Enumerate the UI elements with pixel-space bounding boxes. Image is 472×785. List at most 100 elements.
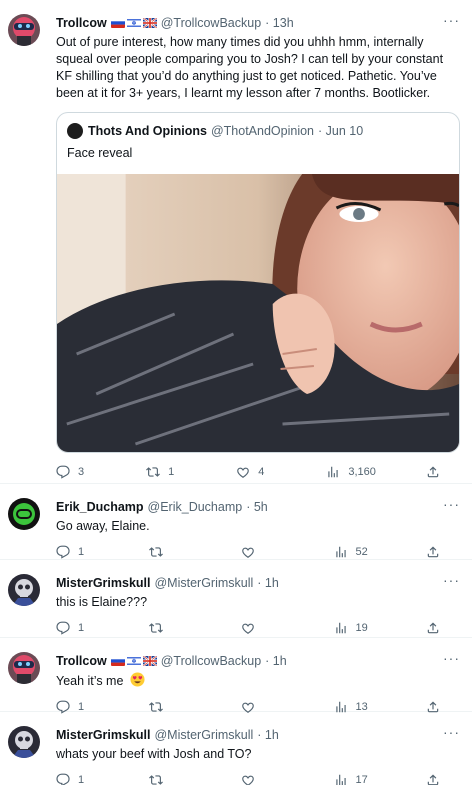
name-flags (110, 656, 157, 666)
tweet-text: Go away, Elaine. (56, 519, 150, 533)
display-name[interactable]: MisterGrimskull (56, 576, 150, 590)
retweet-count: 1 (168, 466, 175, 478)
like-button[interactable] (241, 621, 281, 635)
more-options-icon[interactable]: ··· (443, 573, 460, 587)
reply-count: 1 (78, 774, 85, 785)
views-icon (334, 773, 348, 785)
tweet[interactable]: MisterGrimskull @MisterGrimskull · 1h ··… (0, 712, 472, 785)
quote-avatar (67, 123, 83, 139)
avatar[interactable] (8, 498, 40, 530)
avatar[interactable] (8, 652, 40, 684)
reply-button[interactable]: 3 (56, 465, 96, 479)
view-count: 19 (355, 622, 368, 634)
timestamp[interactable]: · 1h (257, 728, 279, 742)
name-flags (110, 18, 157, 28)
uk-flag-icon (142, 18, 157, 28)
heart-icon (236, 465, 250, 479)
views-button[interactable]: 19 (334, 621, 374, 635)
display-name[interactable]: MisterGrimskull (56, 728, 150, 742)
russia-flag-icon (110, 18, 125, 28)
share-button[interactable] (426, 545, 440, 559)
user-handle[interactable]: @TrollcowBackup (161, 654, 261, 668)
reply-icon (56, 773, 70, 785)
reply-button[interactable]: 1 (56, 621, 96, 635)
reply-count: 1 (78, 622, 85, 634)
tweet-header: Erik_Duchamp @Erik_Duchamp · 5h (56, 498, 460, 516)
timestamp[interactable]: · 13h (265, 16, 294, 30)
reply-count: 3 (78, 466, 85, 478)
uk-flag-icon (142, 656, 157, 666)
quote-header: Thots And Opinions @ThotAndOpinion · Jun… (57, 113, 459, 139)
retweet-button[interactable] (149, 621, 189, 635)
more-options-icon[interactable]: ··· (443, 725, 460, 739)
quote-handle: @ThotAndOpinion (210, 124, 314, 138)
share-icon (426, 465, 440, 479)
tweet-header: MisterGrimskull @MisterGrimskull · 1h (56, 574, 460, 592)
views-button[interactable]: 52 (334, 545, 374, 559)
reply-icon (56, 465, 70, 479)
like-count: 4 (258, 466, 265, 478)
israel-flag-icon (126, 18, 141, 28)
like-button[interactable]: 4 (236, 465, 276, 479)
timestamp[interactable]: · 1h (265, 654, 287, 668)
tweet-text: Yeah it’s me (56, 672, 460, 690)
heart-icon (241, 621, 255, 635)
retweet-icon (149, 545, 163, 559)
tweet-header: Trollcow @TrollcowBackup · 13h (56, 14, 460, 32)
display-name[interactable]: Trollcow (56, 654, 107, 668)
heart-eyes-emoji-icon (130, 672, 145, 687)
reply-count: 1 (78, 546, 85, 558)
tweet-header: MisterGrimskull @MisterGrimskull · 1h (56, 726, 460, 744)
israel-flag-icon (126, 656, 141, 666)
display-name[interactable]: Erik_Duchamp (56, 500, 144, 514)
retweet-button[interactable] (149, 545, 189, 559)
timestamp[interactable]: · 1h (257, 576, 279, 590)
russia-flag-icon (110, 656, 125, 666)
display-name[interactable]: Trollcow (56, 16, 107, 30)
views-icon (334, 545, 348, 559)
reply-button[interactable]: 1 (56, 545, 96, 559)
quote-text: Face reveal (67, 146, 133, 160)
heart-icon (241, 773, 255, 785)
timestamp[interactable]: · 5h (246, 500, 268, 514)
quoted-tweet[interactable]: Thots And Opinions @ThotAndOpinion · Jun… (56, 112, 460, 453)
share-button[interactable] (426, 465, 440, 479)
tweet-text: this is Elaine??? (56, 595, 148, 609)
share-icon (426, 773, 440, 785)
user-handle[interactable]: @Erik_Duchamp (148, 500, 243, 514)
tweet[interactable]: Trollcow @TrollcowBackup · 13h ··· Out o… (0, 0, 472, 484)
views-button[interactable]: 3,160 (326, 465, 376, 479)
quote-timestamp: · Jun 10 (318, 124, 364, 138)
quote-display-name: Thots And Opinions (88, 124, 207, 138)
avatar[interactable] (8, 14, 40, 46)
tweet[interactable]: Trollcow @TrollcowBackup · 1h ··· Yeah i… (0, 638, 472, 712)
tweet-text: whats your beef with Josh and TO? (56, 747, 252, 761)
more-options-icon[interactable]: ··· (443, 13, 460, 27)
like-button[interactable] (241, 773, 281, 785)
avatar[interactable] (8, 574, 40, 606)
more-options-icon[interactable]: ··· (443, 497, 460, 511)
view-count: 52 (355, 546, 368, 558)
view-count: 3,160 (348, 466, 376, 478)
share-button[interactable] (426, 773, 440, 785)
action-bar: 1 17 (56, 763, 460, 785)
tweet[interactable]: Erik_Duchamp @Erik_Duchamp · 5h ··· Go a… (0, 484, 472, 560)
retweet-icon (149, 773, 163, 785)
user-handle[interactable]: @MisterGrimskull (154, 576, 253, 590)
views-button[interactable]: 17 (334, 773, 374, 785)
retweet-button[interactable]: 1 (146, 465, 186, 479)
user-handle[interactable]: @MisterGrimskull (154, 728, 253, 742)
tweet-header: Trollcow @TrollcowBackup · 1h (56, 652, 460, 670)
user-handle[interactable]: @TrollcowBackup (161, 16, 261, 30)
reply-button[interactable]: 1 (56, 773, 96, 785)
share-button[interactable] (426, 621, 440, 635)
avatar[interactable] (8, 726, 40, 758)
reply-icon (56, 545, 70, 559)
more-options-icon[interactable]: ··· (443, 651, 460, 665)
retweet-icon (149, 621, 163, 635)
tweet[interactable]: MisterGrimskull @MisterGrimskull · 1h ··… (0, 560, 472, 638)
retweet-button[interactable] (149, 773, 189, 785)
quote-photo[interactable] (57, 174, 459, 452)
like-button[interactable] (241, 545, 281, 559)
view-count: 17 (355, 774, 368, 785)
